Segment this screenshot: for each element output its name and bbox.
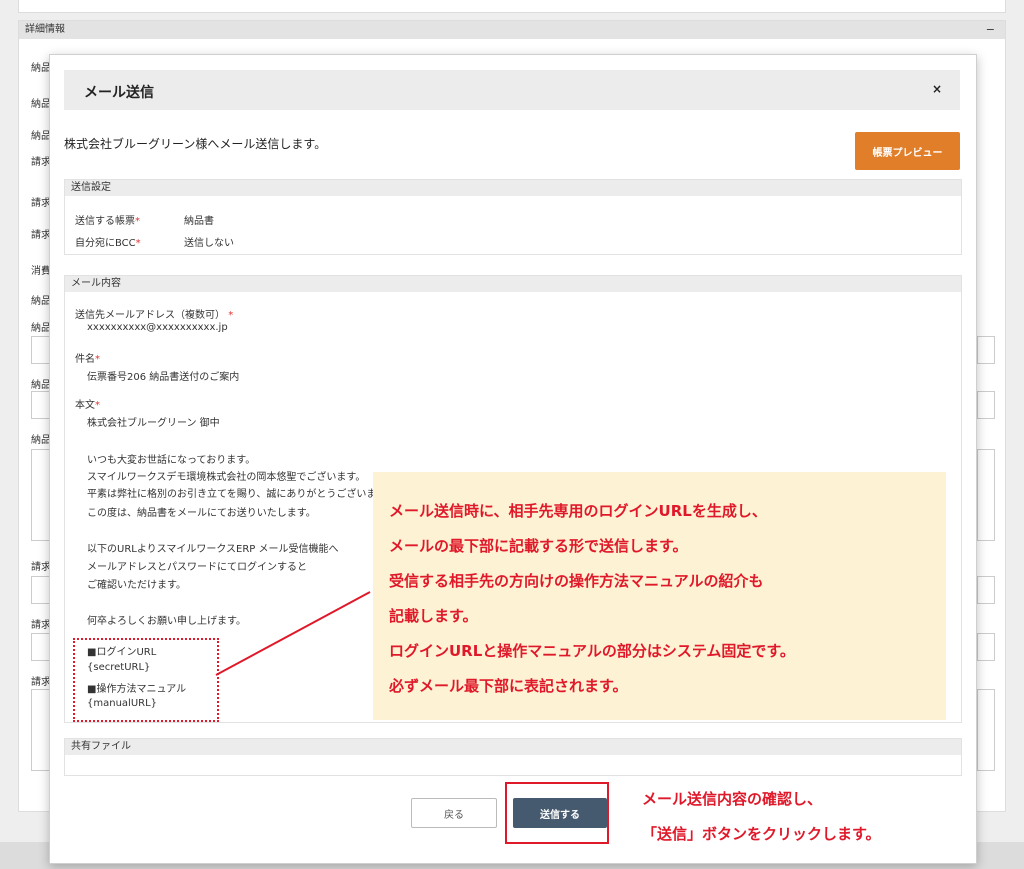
bg-label: 納品 [31,296,51,307]
form-type-label: 送信する帳票* [75,216,140,227]
collapse-icon[interactable]: − [986,21,995,39]
dialog-header: メール送信 × [64,70,960,110]
callout-line: ログインURLと操作マニュアルの部分はシステム固定です。 [389,642,795,660]
explanation-callout: メール送信時に、相手先専用のログインURLを生成し、 メールの最下部に記載する形… [373,472,946,720]
bg-label: 消費 [31,266,51,277]
subject-label: 件名* [75,354,100,365]
bg-label: 納品 [31,131,51,142]
body-line: ご確認いただけます。 [87,580,186,591]
send-note-line: メール送信内容の確認し、 [642,790,823,808]
send-settings-section: 送信設定 送信する帳票* 納品書 自分宛にBCC* 送信しない [64,179,962,255]
body-line: 株式会社ブルーグリーン 御中 [87,418,220,429]
bg-input [977,336,995,364]
bg-label: 納品 [31,380,51,391]
background-top-strip [18,0,1006,13]
callout-line: 受信する相手先の方向けの操作方法マニュアルの紹介も [389,572,764,590]
bg-label: 請求 [31,230,51,241]
shared-files-header: 共有ファイル [65,739,961,755]
body-line: 何卒よろしくお願い申し上げます。 [87,616,246,627]
intro-text: 株式会社ブルーグリーン様へメール送信します。 [64,137,327,151]
body-line: 平素は弊社に格別のお引き立てを賜り、誠にありがとうございます。 [87,489,396,500]
close-icon[interactable]: × [932,82,942,96]
recipient-label: 送信先メールアドレス（複数可） * [75,310,234,321]
bg-label: 請求 [31,198,51,209]
body-line: 以下のURLよりスマイルワークスERP メール受信機能へ [87,544,339,555]
callout-line: メールの最下部に記載する形で送信します。 [389,537,688,555]
bg-label: 請求 [31,677,51,688]
recipient-value[interactable]: xxxxxxxxxx@xxxxxxxxxx.jp [87,322,228,333]
body-line: いつも大変お世話になっております。 [87,455,256,466]
subject-value[interactable]: 伝票番号206 納品書送付のご案内 [87,368,239,383]
bg-label: 納品 [31,435,51,446]
fixed-section-highlight [73,638,219,722]
send-note-line: 「送信」ボタンをクリックします。 [642,825,881,843]
detail-panel-header: 詳細情報 − [19,21,1005,39]
mail-content-header: メール内容 [65,276,961,292]
bg-input [977,391,995,419]
bg-input [977,689,995,771]
bg-label: 請求 [31,157,51,168]
body-line: メールアドレスとパスワードにてログインすると [87,562,307,573]
send-button[interactable]: 送信する [513,798,607,828]
callout-line: メール送信時に、相手先専用のログインURLを生成し、 [389,502,767,520]
form-preview-button[interactable]: 帳票プレビュー [855,132,960,170]
send-settings-header: 送信設定 [65,180,961,196]
mail-send-dialog: メール送信 × 株式会社ブルーグリーン様へメール送信します。 帳票プレビュー 送… [49,54,977,864]
bg-label: 納品 [31,99,51,110]
bg-input [977,576,995,604]
detail-panel-title: 詳細情報 [25,24,65,35]
dialog-title: メール送信 [84,85,154,101]
callout-line: 必ずメール最下部に表記されます。 [389,677,628,695]
bg-input [977,449,995,541]
bg-label: 納品 [31,323,51,334]
shared-files-section: 共有ファイル [64,738,962,776]
body-label: 本文* [75,400,100,411]
body-line: スマイルワークスデモ環境株式会社の岡本悠聖でございます。 [87,472,366,483]
bcc-value: 送信しない [184,238,234,249]
bg-label: 請求 [31,562,51,573]
bg-label: 納品 [31,63,51,74]
bcc-label: 自分宛にBCC* [75,238,141,249]
bg-label: 請求 [31,620,51,631]
bg-input [977,633,995,661]
form-type-value: 納品書 [184,216,214,227]
back-button[interactable]: 戻る [411,798,497,828]
body-line: この度は、納品書をメールにてお送りいたします。 [87,508,316,519]
callout-line: 記載します。 [389,607,478,625]
